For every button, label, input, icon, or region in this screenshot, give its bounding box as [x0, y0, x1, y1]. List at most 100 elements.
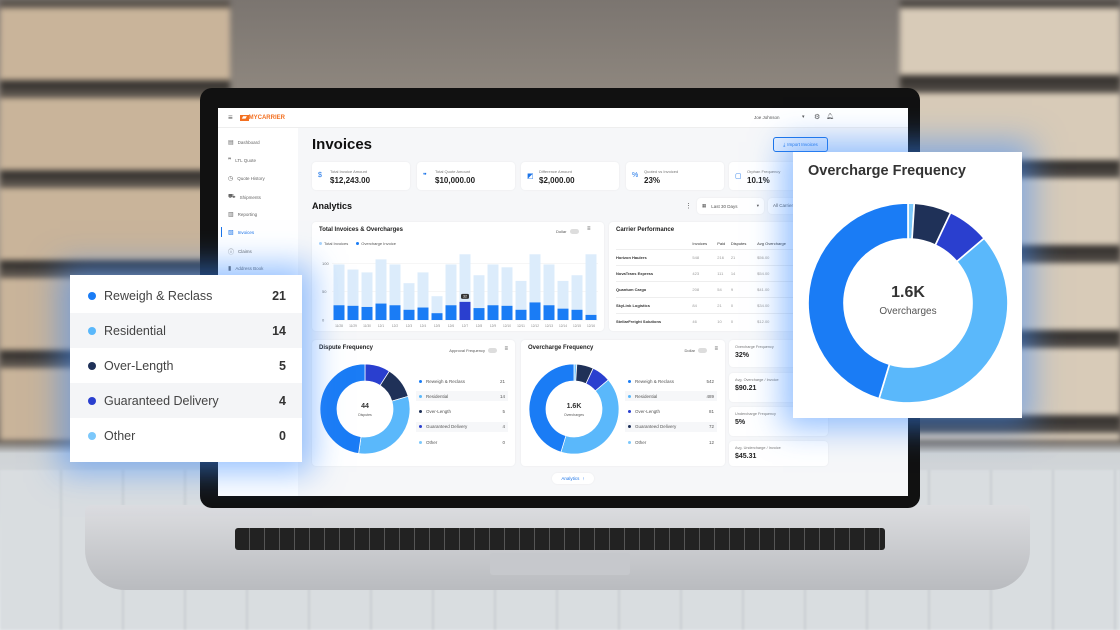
x-tick-label: 12/11: [517, 324, 525, 328]
x-tick-label: 12/7: [462, 324, 468, 328]
gear-icon[interactable]: ⚙: [814, 113, 820, 121]
bar-overcharge-invoice[interactable]: [543, 305, 555, 320]
dashboard-icon: ▤: [228, 140, 234, 146]
quote-icon: ❞: [228, 158, 232, 164]
column-header: Invoices: [692, 241, 708, 247]
kebab-menu-icon[interactable]: ⋮: [685, 202, 692, 210]
bar-chart: 0 50 100 11/28 11/29 11/30 12/1 12/2 12/3 12/4 12/…: [322, 254, 598, 328]
user-menu[interactable]: Joe Johnson: [754, 115, 780, 120]
chevron-down-icon[interactable]: ▾: [802, 114, 805, 120]
sidebar-item-claims[interactable]: ⓘ Claims: [228, 247, 252, 256]
toggle-switch[interactable]: [488, 348, 497, 353]
invoice-icon: ▧: [228, 230, 234, 236]
laptop-keyboard: [235, 528, 885, 550]
sidebar-item-ltl-quote[interactable]: ❞ LTL Quote: [228, 157, 256, 164]
bar-overcharge-invoice[interactable]: [487, 305, 499, 320]
date-range-dropdown[interactable]: ▦ Last 30 Days ▾: [697, 198, 764, 214]
overlay-legend-item[interactable]: Other 0: [70, 418, 302, 453]
toggle-label: Approval Frequency: [449, 348, 485, 353]
sidebar-item-reporting[interactable]: ▥ Reporting: [228, 211, 257, 218]
kpi-card: ❞ Total Quote Amount $10,000.00: [417, 162, 515, 190]
sidebar-item-shipments[interactable]: ⛟ Shipments: [228, 193, 261, 201]
menu-icon[interactable]: ≡: [228, 113, 233, 122]
sidebar-item-quote-history[interactable]: ◷ Quote History: [228, 175, 265, 182]
bar-overcharge-invoice[interactable]: [417, 307, 429, 320]
overlay-legend-item[interactable]: Residential 14: [70, 313, 302, 348]
kpi-card: % Quoted vs Invoiced 23%: [626, 162, 724, 190]
kpi-icon: ▢: [735, 173, 742, 180]
bar-overcharge-invoice[interactable]: [403, 309, 415, 320]
legend-item[interactable]: Reweigh & Reclass 542: [625, 376, 717, 386]
toggle-switch[interactable]: [698, 348, 707, 353]
page-title: Invoices: [312, 136, 373, 153]
y-tick-label: 100: [322, 261, 329, 266]
table-row[interactable]: StellarFreight Solutions 46 10 0 $12.00: [616, 313, 806, 329]
chevron-down-icon: ▾: [756, 203, 759, 208]
donut-center-value: 1.6K: [566, 403, 582, 410]
legend-item[interactable]: Over-Length 81: [625, 407, 717, 417]
bar-overcharge-invoice[interactable]: [515, 309, 527, 320]
table-row[interactable]: SkyLink Logistics 84 21 0 $34.00: [616, 297, 806, 313]
invoices-overcharges-chart-card: Total Invoices & Overcharges Dollar ≡ To…: [312, 222, 604, 331]
sidebar-item-invoices[interactable]: ▧ Invoices: [228, 229, 254, 236]
donut-center-label: Overcharges: [563, 413, 585, 417]
table-cell: 216: [717, 254, 724, 260]
table-cell: 21: [730, 254, 736, 260]
bar-overcharge-invoice[interactable]: [501, 305, 513, 320]
column-header: Paid: [717, 241, 726, 247]
filter-icon[interactable]: ≡: [504, 346, 508, 352]
legend-item[interactable]: Reweigh & Reclass 21: [416, 376, 508, 386]
tooltip-value: 32: [463, 295, 467, 299]
bar-overcharge-invoice[interactable]: [347, 305, 359, 320]
kpi-icon: $: [318, 172, 322, 179]
bar-overcharge-invoice[interactable]: [445, 305, 457, 320]
bar-overcharge-invoice[interactable]: [585, 314, 597, 320]
legend-item[interactable]: Guaranteed Delivery 72: [625, 421, 717, 432]
table-row[interactable]: Quantum Cargo 208 54 9 $41.00: [616, 281, 806, 297]
overlay-legend-item[interactable]: Reweigh & Reclass 21: [70, 278, 302, 313]
bar-overcharge-invoice[interactable]: [529, 302, 541, 320]
table-cell: Horizon Haulers: [616, 254, 647, 260]
bar-overcharge-invoice[interactable]: [333, 305, 345, 320]
bar-overcharge-invoice[interactable]: [557, 308, 569, 320]
analytics-collapse-button[interactable]: Analytics ↑: [552, 473, 594, 484]
table-row[interactable]: NovaTrans Express 423 111 14 $54.00: [616, 265, 806, 281]
legend-item[interactable]: Residential 489: [625, 391, 717, 402]
bar-overcharge-invoice[interactable]: [375, 303, 387, 320]
table-cell: 14: [730, 270, 736, 276]
import-invoices-button[interactable]: ⤓ Import Invoices: [773, 137, 828, 152]
legend-item[interactable]: Residential 14: [416, 391, 508, 402]
x-tick-label: 12/4: [420, 324, 426, 328]
donut-slice-residential[interactable]: [877, 237, 1009, 404]
column-header: Disputes: [730, 241, 747, 247]
bar-overcharge-invoice[interactable]: [389, 305, 401, 320]
overcharge-donut-large: [807, 202, 1009, 404]
carrier-performance-card: Carrier Performance Invoices Paid Disputes…: [609, 222, 809, 331]
legend-item[interactable]: Guaranteed Delivery 4: [416, 421, 508, 432]
legend-item[interactable]: Over-Length 5: [416, 407, 508, 417]
legend-item[interactable]: Other 12: [625, 437, 717, 447]
bar-overcharge-invoice[interactable]: [431, 313, 443, 320]
filter-icon[interactable]: ≡: [714, 346, 718, 352]
table-cell: SkyLink Logistics: [616, 302, 651, 308]
sidebar-item-address-book[interactable]: ▮ Address Book: [228, 265, 263, 272]
sidebar-item-dashboard[interactable]: ▤ Dashboard: [228, 139, 260, 146]
kpi-icon: ❞: [423, 173, 427, 180]
bar-total-invoices[interactable]: [585, 254, 597, 320]
overlay-legend-item[interactable]: Guaranteed Delivery 4: [70, 383, 302, 418]
kpi-icon: ◩: [527, 173, 534, 180]
overlay-legend-item[interactable]: Over-Length 5: [70, 348, 302, 383]
table-row[interactable]: Horizon Haulers 548 216 21 $56.00: [616, 249, 806, 265]
card-title: Dispute Frequency: [319, 345, 374, 351]
bar-overcharge-invoice[interactable]: [361, 306, 373, 320]
brand-logo: ▰ MYCARRIER: [240, 115, 285, 121]
bar-overcharge-invoice[interactable]: [571, 309, 583, 320]
bar-overcharge-invoice[interactable]: [459, 301, 471, 320]
overcharge-frequency-overlay: Overcharge Frequency 1.6K Overcharges: [793, 152, 1022, 418]
table-cell: 54: [717, 286, 722, 292]
bar-overcharge-invoice[interactable]: [473, 308, 485, 320]
carrier-title: Carrier Performance: [616, 227, 675, 233]
analytics-heading: Analytics: [312, 201, 353, 211]
legend-item[interactable]: Other 0: [416, 437, 508, 447]
bell-icon[interactable]: 🔔︎: [826, 113, 834, 120]
